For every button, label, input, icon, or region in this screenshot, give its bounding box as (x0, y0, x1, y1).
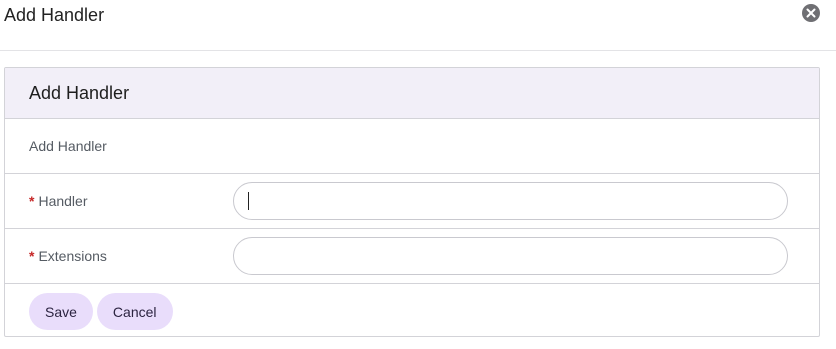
extensions-label-text: Extensions (38, 248, 107, 264)
extensions-row: * Extensions (5, 229, 819, 284)
required-marker: * (29, 248, 35, 264)
handler-label: * Handler (29, 193, 87, 209)
close-button[interactable] (802, 4, 820, 22)
actions-row: Save Cancel (5, 284, 819, 336)
extensions-input[interactable] (233, 237, 788, 275)
panel-description-row: Add Handler (5, 119, 819, 174)
close-icon (806, 8, 816, 18)
panel-description: Add Handler (29, 138, 107, 154)
cancel-button[interactable]: Cancel (96, 293, 173, 330)
panel-title: Add Handler (29, 82, 130, 103)
handler-label-text: Handler (38, 193, 88, 209)
text-cursor (248, 192, 249, 210)
handler-input[interactable] (233, 182, 788, 220)
add-handler-panel: Add Handler Add Handler * Handler * Extens… (4, 67, 820, 337)
header-divider (0, 50, 836, 51)
required-marker: * (29, 193, 35, 209)
extensions-label: * Extensions (29, 248, 107, 264)
save-button[interactable]: Save (29, 293, 93, 330)
handler-row: * Handler (5, 174, 819, 229)
panel-header: Add Handler (5, 68, 819, 119)
dialog-title: Add Handler (4, 5, 105, 25)
